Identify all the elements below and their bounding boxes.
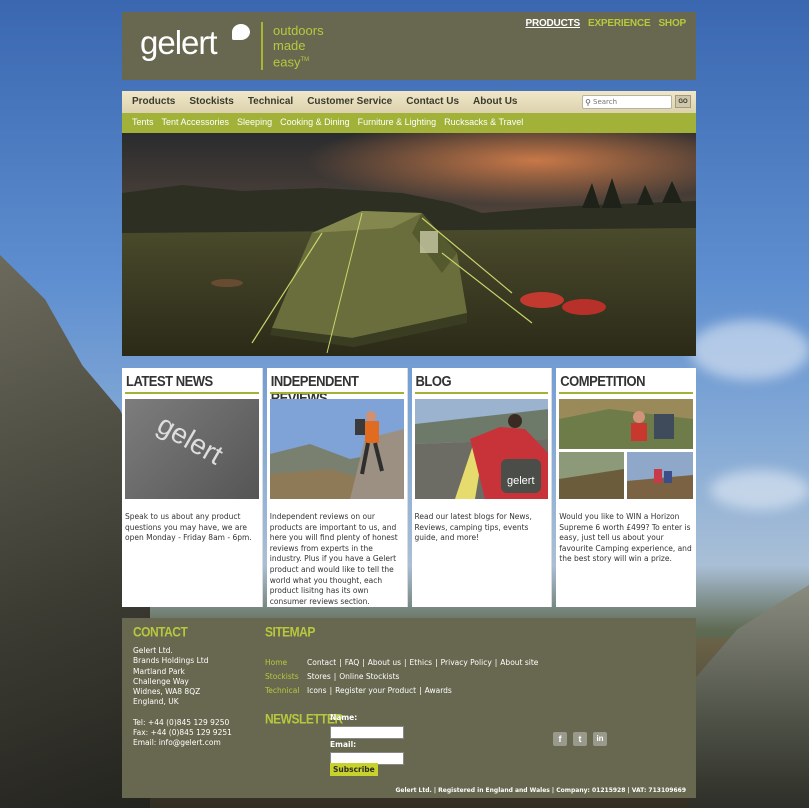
sitemap-row-technical: Technical Icons | Register your Product | …	[265, 686, 452, 695]
top-nav-experience[interactable]: EXPERIENCE	[588, 18, 651, 29]
column-text: Read our latest blogs for News, Reviews,…	[414, 512, 532, 543]
column-rule	[559, 392, 693, 394]
subnav-tent-accessories[interactable]: Tent Accessories	[162, 117, 230, 127]
background-cloud	[710, 470, 809, 510]
sitemap-online-stockists[interactable]: Online Stockists	[339, 672, 399, 681]
phone-line: Tel: +44 (0)845 129 9250	[133, 717, 230, 727]
column-text: Would you like to WIN a Horizon Supreme …	[559, 512, 692, 564]
email-label: Email:	[330, 740, 357, 749]
sitemap-faq[interactable]: FAQ	[345, 658, 360, 667]
nav-customer-service[interactable]: Customer Service	[307, 96, 392, 107]
facebook-icon[interactable]: f	[553, 732, 567, 746]
sitemap-stores[interactable]: Stores	[307, 672, 331, 681]
tagline: outdoors made easyTM	[273, 23, 383, 69]
contact-address: Gelert Ltd. Brands Holdings Ltd Martland…	[133, 646, 253, 749]
address-line: Widnes, WA8 8QZ	[133, 687, 201, 697]
trademark-mark: TM	[300, 57, 310, 63]
reviews-image[interactable]	[269, 399, 404, 499]
sitemap-home[interactable]: Home	[265, 658, 307, 667]
search-input[interactable]	[593, 97, 663, 107]
address-line: Brands Holdings Ltd	[133, 656, 209, 666]
column-competition[interactable]: COMPETITION Would you like to WIN a Hori…	[556, 368, 696, 607]
sitemap-row-home: Home Contact | FAQ | About us | Ethics | Pri…	[265, 658, 539, 667]
column-latest-news[interactable]: LATEST NEWS gelert Speak to us about any…	[122, 368, 263, 607]
sitemap-icons[interactable]: Icons	[307, 686, 327, 695]
nav-technical[interactable]: Technical	[248, 96, 293, 107]
subnav-cooking-dining[interactable]: Cooking & Dining	[280, 117, 350, 127]
sitemap-about-site[interactable]: About site	[500, 658, 538, 667]
sitemap-technical[interactable]: Technical	[265, 686, 307, 695]
column-text: Independent reviews on our products are …	[269, 512, 398, 606]
name-label: Name:	[330, 713, 358, 722]
search-icon: ⚲	[585, 97, 591, 107]
top-nav-products[interactable]: PRODUCTS	[525, 18, 580, 29]
column-title: LATEST NEWS	[126, 372, 213, 390]
column-rule	[269, 392, 404, 394]
sitemap-row-stockists: Stockists Stores | Online Stockists	[265, 672, 400, 681]
sitemap-contact[interactable]: Contact	[307, 658, 336, 667]
top-nav: PRODUCTS EXPERIENCE SHOP	[525, 18, 686, 29]
sitemap-privacy-policy[interactable]: Privacy Policy	[441, 658, 492, 667]
address-line: England, UK	[133, 697, 179, 707]
subnav-tents[interactable]: Tents	[132, 117, 154, 127]
sitemap-about-us[interactable]: About us	[368, 658, 401, 667]
logo-mark-icon	[232, 24, 250, 40]
sitemap-register-product[interactable]: Register your Product	[335, 686, 416, 695]
nav-about-us[interactable]: About Us	[473, 96, 517, 107]
column-blog[interactable]: BLOG gelert Read our latest blogs for Ne…	[411, 368, 553, 607]
twitter-icon[interactable]: t	[573, 732, 587, 746]
hero-tent-image	[122, 133, 696, 356]
column-rule	[414, 392, 549, 394]
sitemap-awards[interactable]: Awards	[425, 686, 452, 695]
top-nav-shop[interactable]: SHOP	[658, 18, 686, 29]
nav-stockists[interactable]: Stockists	[189, 96, 233, 107]
feature-columns: LATEST NEWS gelert Speak to us about any…	[122, 368, 696, 607]
blog-image[interactable]: gelert	[414, 399, 549, 499]
logo-divider	[261, 22, 263, 70]
background-cloud	[690, 320, 809, 380]
sitemap-stockists[interactable]: Stockists	[265, 672, 307, 681]
tagline-line: outdoors	[273, 23, 324, 38]
tagline-line: easyTM	[273, 54, 310, 70]
tagline-line: made	[273, 38, 306, 53]
main-nav: Products Stockists Technical Customer Se…	[122, 91, 696, 113]
site-footer: CONTACT Gelert Ltd. Brands Holdings Ltd …	[122, 618, 696, 798]
search-box: ⚲	[582, 95, 672, 109]
sub-nav: Tents Tent Accessories Sleeping Cooking …	[122, 113, 696, 133]
nav-contact-us[interactable]: Contact Us	[406, 96, 459, 107]
column-title: BLOG	[415, 372, 452, 390]
sitemap-ethics[interactable]: Ethics	[410, 658, 433, 667]
linkedin-icon[interactable]: in	[593, 732, 607, 746]
subscribe-button[interactable]: Subscribe	[330, 763, 378, 776]
subnav-sleeping[interactable]: Sleeping	[237, 117, 272, 127]
column-independent-reviews[interactable]: INDEPENDENT REVIEWS Independent reviews …	[266, 368, 408, 607]
newsletter-name-input[interactable]	[330, 726, 404, 739]
legal-text: Gelert Ltd. | Registered in England and …	[395, 787, 687, 794]
subnav-rucksacks-travel[interactable]: Rucksacks & Travel	[444, 117, 523, 127]
competition-image[interactable]	[559, 399, 693, 499]
address-line: Challenge Way	[133, 676, 189, 686]
site-header: gelert outdoors made easyTM PRODUCTS EXP…	[122, 12, 696, 80]
hero-banner[interactable]	[122, 133, 696, 356]
subnav-furniture-lighting[interactable]: Furniture & Lighting	[358, 117, 437, 127]
address-line: Martland Park	[133, 666, 185, 676]
search-go-button[interactable]: GO	[675, 95, 691, 108]
latest-news-image[interactable]: gelert	[125, 399, 259, 499]
column-rule	[125, 392, 259, 394]
background-hill	[689, 585, 809, 808]
column-title: COMPETITION	[560, 372, 646, 390]
image-logo-text: gelert	[152, 408, 229, 471]
gelert-logo[interactable]: gelert	[140, 24, 218, 68]
column-text: Speak to us about any product questions …	[125, 512, 252, 543]
email-line[interactable]: Email: info@gelert.com	[133, 738, 253, 748]
fax-line: Fax: +44 (0)845 129 9251	[133, 728, 232, 738]
image-logo-text: gelert	[507, 475, 535, 487]
address-line: Gelert Ltd.	[133, 646, 173, 655]
contact-title: CONTACT	[133, 624, 188, 641]
nav-products[interactable]: Products	[132, 96, 175, 107]
sitemap-title: SITEMAP	[265, 624, 315, 641]
